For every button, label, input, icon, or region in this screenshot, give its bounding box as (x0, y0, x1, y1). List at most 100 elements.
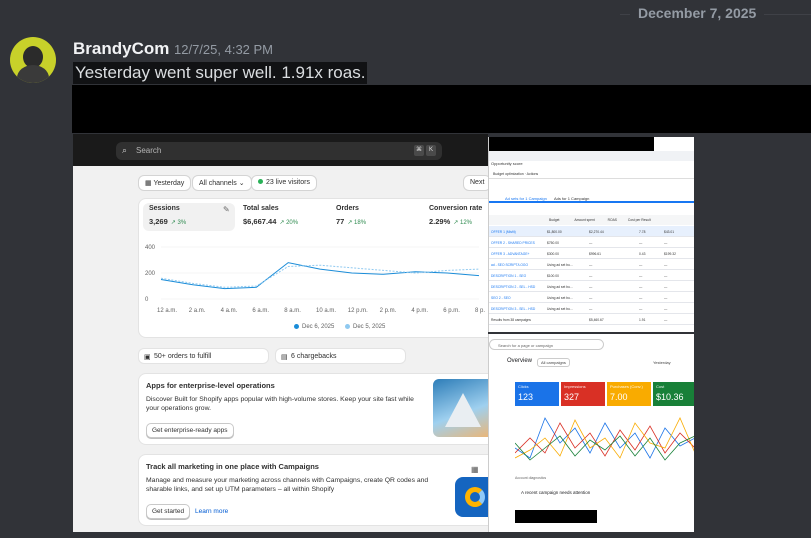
tile-value: 123 (518, 392, 534, 402)
row-name[interactable]: Results from 38 campaigns (491, 318, 531, 322)
tab-ads[interactable]: Ads for 1 Campaign (554, 196, 589, 201)
tile-value: 327 (564, 392, 580, 402)
tile-label: Impressions (564, 384, 586, 389)
row-name[interactable]: OFFER 1 (Misfit) (491, 230, 516, 234)
avatar-body (17, 65, 49, 83)
row-name[interactable]: DESCRIPTION 1 - SEO (491, 274, 526, 278)
cell-budget: $300.00 (547, 252, 559, 256)
shopify-main: ▦ Yesterday All channels ⌄ 23 live visit… (73, 166, 488, 532)
cell-spent: $5,460.67 (589, 318, 604, 322)
meta-table-row[interactable]: OFFER 3 - ADVANTAGE+ $300.00 $996.61 0.43 $1… (489, 248, 694, 259)
cell-roas: — (639, 285, 643, 289)
tile-value: 7.00 (610, 392, 628, 402)
date-range-picker[interactable]: ▦ Yesterday (138, 175, 192, 191)
meta-table-row[interactable]: DESCRIPTION 1 - SEO $100.00 — — — (489, 270, 694, 281)
tile-cost[interactable]: Cost $10.36 (653, 382, 694, 406)
meta-ads-manager-image[interactable]: Opportunity score Budget optimization · … (488, 137, 694, 332)
x-tick-label: 4 p.m. (411, 308, 428, 314)
inbox-icon: ▣ (144, 354, 151, 361)
shopify-topbar: ⌕ Search ⌘ K (73, 134, 488, 166)
x-tick-label: 8 p. (475, 308, 485, 314)
tile-clicks[interactable]: Clicks 123 (515, 382, 559, 406)
y-tick-label: 400 (145, 245, 156, 251)
orders-to-fulfill-chip[interactable]: ▣ 50+ orders to fulfill (138, 348, 269, 364)
search-input[interactable]: ⌕ Search ⌘ K (116, 142, 442, 160)
gads-performance-chart (515, 417, 694, 461)
col-cpr[interactable]: Cost per Result (628, 218, 651, 222)
live-visitors-badge[interactable]: 23 live visitors (251, 175, 317, 191)
gads-search-input[interactable]: Search for a page or campaign (489, 339, 604, 350)
cell-cpr: — (664, 296, 668, 300)
chart-grid (161, 246, 479, 300)
document-icon: ▤ (281, 354, 288, 361)
meta-table-row[interactable]: ad - SEO SCRIPT/LOGO Using ad set bu... — —… (489, 259, 694, 270)
y-tick-label: 0 (145, 297, 149, 303)
message-timestamp: 12/7/25, 4:32 PM (174, 42, 274, 57)
cell-cpr: $199.32 (664, 252, 676, 256)
row-name[interactable]: ad - SEO SCRIPT/LOGO (491, 263, 528, 267)
enterprise-apps-card: Apps for enterprise-level operations Dis… (138, 373, 488, 445)
qr-code-icon: ▦ (471, 465, 479, 474)
campaigns-card-text: Manage and measure your marketing across… (146, 477, 429, 493)
series-line-dec5 (160, 264, 480, 288)
col-roas[interactable]: ROAS (608, 218, 617, 222)
row-name[interactable]: OFFER 3 - ADVANTAGE+ (491, 252, 529, 256)
next-button[interactable]: Next (463, 175, 488, 191)
tile-purchases[interactable]: Purchases (Conv.) 7.00 (607, 382, 651, 406)
gads-alert-title: Account diagnostics (515, 476, 547, 480)
col-budget[interactable]: Budget (549, 218, 559, 222)
gads-date-label[interactable]: Yesterday (653, 360, 671, 365)
cell-spent: — (589, 296, 593, 300)
tile-value: $10.36 (656, 392, 684, 402)
gads-campaign-selector[interactable]: All campaigns (537, 358, 570, 367)
series-impressions-line (515, 422, 694, 457)
col-spent[interactable]: Amount spent (574, 218, 594, 222)
meta-header-title: Opportunity score (491, 161, 523, 166)
meta-table-row[interactable]: DESCRIPTION 2 - SEL - HSD Using ad set bu… (489, 281, 694, 292)
meta-table-row[interactable]: Results from 38 campaigns $5,460.67 1.91 — (489, 314, 694, 325)
row-name[interactable]: DESCRIPTION 2 - SEL - HSD (491, 285, 535, 289)
cell-spent: $2,270.44 (589, 230, 604, 234)
meta-table-row[interactable]: DESCRIPTION 3 - SEL - HSD Using ad set bu… (489, 303, 694, 314)
channels-selector[interactable]: All channels ⌄ (192, 175, 252, 191)
cell-cpr: $43.01 (664, 230, 675, 234)
google-ads-image[interactable]: Search for a page or campaign Overview A… (488, 334, 694, 532)
row-name[interactable]: DESCRIPTION 3 - SEL - HSD (491, 307, 535, 311)
shopify-dashboard-image[interactable]: ⌕ Search ⌘ K ▦ Yesterday All channels ⌄ … (73, 134, 488, 532)
user-avatar[interactable] (10, 37, 56, 83)
get-started-button[interactable]: Get started (146, 504, 191, 519)
row-name[interactable]: SEO 2 - SEO (491, 296, 511, 300)
cell-cpr: — (664, 285, 668, 289)
x-tick-label: 2 p.m. (380, 308, 397, 314)
meta-browser-bar (489, 151, 694, 161)
sessions-line-chart: 4002000 12 a.m. 2 a.m. 4 a.m. 6 a.m. 8 a.m. 1… (145, 245, 485, 314)
cell-cpr: — (664, 263, 668, 267)
tile-impressions[interactable]: Impressions 327 (561, 382, 605, 406)
enterprise-apps-button[interactable]: Get enterprise-ready apps (146, 423, 234, 438)
cell-roas: — (639, 307, 643, 311)
legend-item-dec5: Dec 5, 2025 (345, 324, 385, 330)
x-tick-label: 12 p.m. (348, 308, 368, 314)
cell-roas: 7.78 (639, 230, 646, 234)
message-text: Yesterday went super well. 1.91x roas. (73, 62, 368, 84)
x-tick-label: 6 p.m. (443, 308, 460, 314)
tab-adsets[interactable]: Ad sets for 1 Campaign (505, 196, 547, 201)
tile-label: Clicks (518, 384, 529, 389)
x-tick-label: 10 a.m. (316, 308, 336, 314)
meta-table-row[interactable]: OFFER 1 (Misfit) $1,800.00 $2,270.44 7.78 $4… (489, 226, 694, 237)
chart-donut-icon (465, 487, 485, 507)
meta-table-row[interactable]: SEO 2 - SEO Using ad set bu... — — — (489, 292, 694, 303)
chargebacks-label: 6 chargebacks (291, 353, 337, 360)
learn-more-link[interactable]: Learn more (195, 508, 228, 515)
redaction-block (72, 85, 811, 133)
legend-dot-icon (345, 324, 350, 329)
search-icon: ⌕ (122, 145, 128, 155)
meta-table-row[interactable]: OFFER 2 - SHARED PRICES $750.00 — — — (489, 237, 694, 248)
username[interactable]: BrandyCom (73, 39, 169, 59)
gads-alert-text: A recent campaign needs attention (521, 490, 591, 495)
x-tick-label: 2 a.m. (189, 308, 206, 314)
row-name[interactable]: OFFER 2 - SHARED PRICES (491, 241, 535, 245)
cell-budget: $1,800.00 (547, 230, 562, 234)
chargebacks-chip[interactable]: ▤ 6 chargebacks (275, 348, 406, 364)
y-tick-label: 200 (145, 271, 156, 277)
